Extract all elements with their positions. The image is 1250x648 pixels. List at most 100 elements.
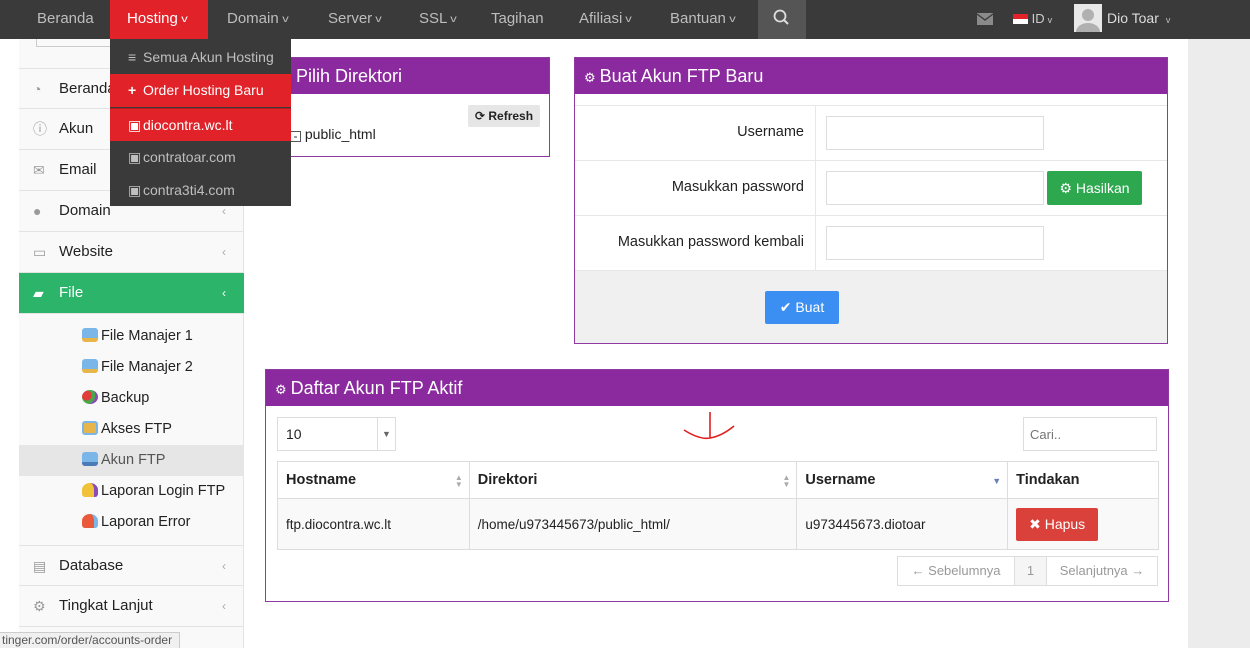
- envelope-icon[interactable]: [976, 12, 994, 26]
- password-confirm-row: Masukkan password kembali: [575, 215, 1167, 271]
- column-header-username[interactable]: Username ▼: [796, 461, 1009, 499]
- sidebar-sub-file-manajer-1[interactable]: File Manajer 1: [19, 321, 244, 352]
- caret-down-icon: ▼: [377, 418, 395, 450]
- sidebar-sub-backup[interactable]: Backup: [19, 383, 244, 414]
- tree-node-root[interactable]: - public_html: [290, 126, 376, 142]
- nav-domain[interactable]: Domain v: [227, 0, 288, 39]
- monitor-icon: ▭: [33, 244, 47, 260]
- username-input[interactable]: [826, 116, 1044, 150]
- envelope-icon: ✉: [33, 162, 45, 178]
- sidebar-item-website[interactable]: ▭ Website ‹: [19, 232, 244, 273]
- user-name: Dio Toar: [1107, 10, 1159, 26]
- password-input[interactable]: [826, 171, 1044, 205]
- menu-item-hosting-diocontra[interactable]: ▣ diocontra.wc.lt: [110, 108, 291, 141]
- nav-bantuan[interactable]: Bantuan v: [670, 0, 736, 39]
- search-input[interactable]: [1023, 417, 1157, 451]
- column-header-label: Tindakan: [1016, 472, 1080, 488]
- submit-button[interactable]: ✔ Buat: [765, 291, 839, 324]
- form-actions: ✔ Buat: [575, 270, 1167, 343]
- table-row: ftp.diocontra.wc.lt /home/u973445673/pub…: [277, 498, 1159, 550]
- sidebar-sub-label: Akses FTP: [101, 421, 172, 437]
- chevron-down-icon: v: [1165, 15, 1171, 25]
- password-row: Masukkan password ⚙ Hasilkan: [575, 160, 1167, 216]
- gears-icon: ⚙: [33, 598, 46, 614]
- menu-item-hosting-contratoar[interactable]: ▣ contratoar.com: [110, 141, 291, 174]
- generate-password-button[interactable]: ⚙ Hasilkan: [1047, 171, 1142, 205]
- nav-tagihan[interactable]: Tagihan: [491, 0, 544, 39]
- search-button[interactable]: [758, 0, 806, 39]
- sidebar-item-file[interactable]: ▰ File ‹: [19, 273, 244, 314]
- sidebar-sub-laporan-login-ftp[interactable]: Laporan Login FTP: [19, 476, 244, 507]
- user-menu[interactable]: Dio Toar v: [1107, 0, 1170, 39]
- sidebar-sub-akses-ftp[interactable]: Akses FTP: [19, 414, 244, 445]
- chevron-down-icon: v: [450, 14, 458, 25]
- ftp-account-icon: [82, 452, 98, 466]
- table-header-row: Hostname ▲ ▼ Direktori ▲ ▼ Username ▼ Tindaka…: [277, 461, 1159, 499]
- sort-desc-icon: ▼: [992, 476, 1002, 486]
- chevron-left-icon: ‹: [222, 559, 226, 573]
- nav-beranda[interactable]: Beranda: [37, 0, 94, 39]
- refresh-button[interactable]: ⟳ Refresh: [468, 105, 540, 127]
- language-label: ID: [1031, 11, 1045, 26]
- chevron-down-icon: v: [625, 14, 633, 25]
- column-header-hostname[interactable]: Hostname ▲ ▼: [277, 461, 470, 499]
- refresh-icon: ⟳: [474, 109, 486, 123]
- cell-actions: ✖ Hapus: [1007, 498, 1159, 550]
- nav-afiliasi[interactable]: Afiliasi v: [579, 0, 633, 39]
- gears-icon: ⚙: [275, 382, 287, 397]
- sidebar-item-label: Email: [59, 161, 97, 178]
- collapse-icon: -: [290, 130, 301, 142]
- plus-icon: +: [128, 82, 137, 98]
- nav-server[interactable]: Server v: [328, 0, 382, 39]
- avatar[interactable]: [1074, 4, 1102, 41]
- password-confirm-label: Masukkan password kembali: [575, 216, 816, 271]
- menu-item-all-hosting[interactable]: ≡ Semua Akun Hosting: [110, 41, 291, 74]
- pagination-page-1[interactable]: 1: [1014, 556, 1047, 586]
- page-size-select[interactable]: 10 ▼: [277, 417, 396, 451]
- menu-item-label: diocontra.wc.lt: [143, 117, 233, 133]
- chevron-left-icon: ‹: [222, 286, 226, 300]
- hosting-icon: ▣: [128, 182, 142, 198]
- directory-panel: Pilih Direktori ⟳ Refresh - public_html: [286, 57, 550, 157]
- globe-icon: ●: [33, 203, 42, 219]
- pagination-next[interactable]: Selanjutnya →: [1046, 556, 1158, 586]
- sidebar-sub-label: Akun FTP: [101, 452, 166, 468]
- sidebar-sub-laporan-error[interactable]: Laporan Error: [19, 507, 244, 538]
- active-ftp-panel-header: ⚙ Daftar Akun FTP Aktif: [266, 370, 1168, 406]
- menu-item-hosting-contra3ti4[interactable]: ▣ contra3ti4.com: [110, 174, 291, 207]
- submit-label: Buat: [795, 299, 825, 315]
- menu-item-order-hosting[interactable]: + Order Hosting Baru: [110, 74, 291, 107]
- username-row: Username: [575, 105, 1167, 161]
- pagination-prev[interactable]: ← Sebelumnya: [897, 556, 1015, 586]
- username-label: Username: [575, 106, 816, 161]
- column-header-directory[interactable]: Direktori ▲ ▼: [468, 461, 798, 499]
- nav-hosting[interactable]: Hosting v: [110, 0, 208, 39]
- sidebar-sub-file-manajer-2[interactable]: File Manajer 2: [19, 352, 244, 383]
- sidebar-item-tingkat-lanjut[interactable]: ⚙ Tingkat Lanjut ‹: [19, 586, 244, 627]
- nav-hosting-label: Hosting: [127, 10, 178, 27]
- file-manager-icon: [82, 328, 98, 342]
- delete-button[interactable]: ✖ Hapus: [1016, 507, 1099, 541]
- user-icon: [1076, 9, 1100, 41]
- password-confirm-input[interactable]: [826, 226, 1044, 260]
- sidebar-sub-akun-ftp[interactable]: Akun FTP: [19, 445, 244, 476]
- chevron-down-icon: v: [281, 14, 289, 25]
- sidebar-item-database[interactable]: ▤ Database ‹: [19, 545, 244, 586]
- menu-item-label: contra3ti4.com: [143, 182, 235, 198]
- nav-beranda-label: Beranda: [37, 10, 94, 27]
- sidebar-item-label: Website: [59, 243, 113, 260]
- menu-item-label: Order Hosting Baru: [143, 82, 264, 98]
- create-ftp-panel-title: Buat Akun FTP Baru: [599, 66, 764, 86]
- file-manager-icon: [82, 359, 98, 373]
- top-navbar: Beranda Hosting v Domain v Server v SSL v Ta…: [0, 0, 1250, 41]
- column-header-actions: Tindakan: [1007, 461, 1159, 499]
- language-selector[interactable]: ID v: [1013, 0, 1052, 39]
- flag-icon: [1013, 14, 1028, 24]
- password-label: Masukkan password: [575, 161, 816, 216]
- error-log-icon: [82, 514, 98, 528]
- sidebar-item-label: Tingkat Lanjut: [59, 597, 153, 614]
- nav-ssl[interactable]: SSL v: [419, 0, 458, 39]
- annotation-arrow: [683, 412, 735, 440]
- list-icon: ≡: [128, 49, 137, 65]
- page-size-value: 10: [286, 426, 302, 442]
